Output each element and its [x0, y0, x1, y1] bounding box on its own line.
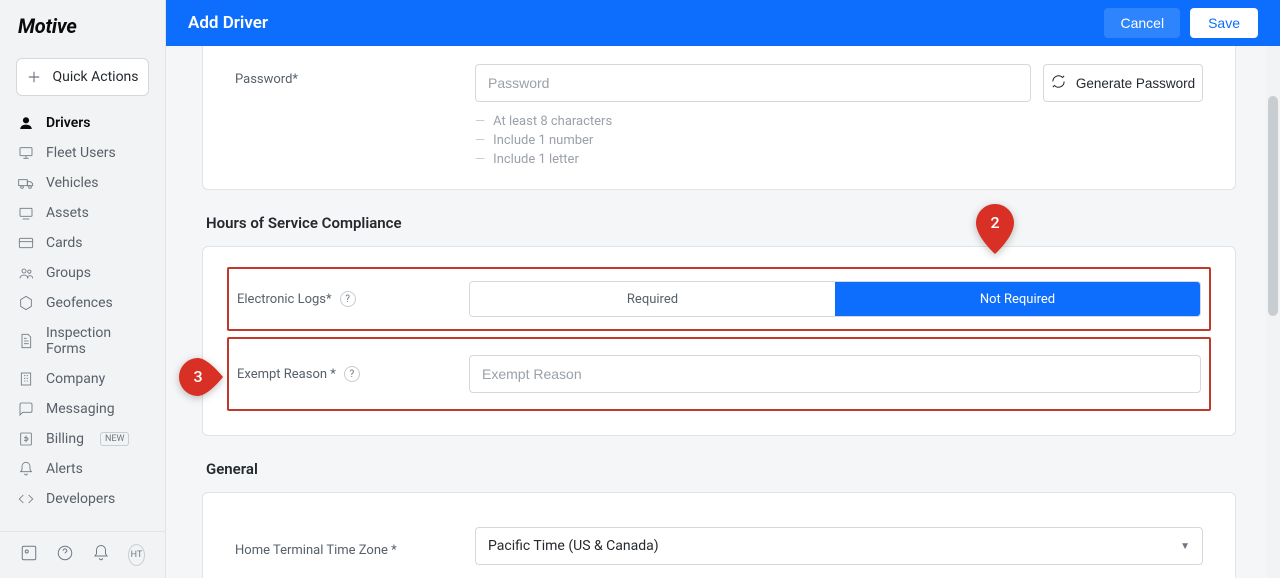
sidebar-item-cards[interactable]: Cards: [6, 228, 159, 258]
highlight-elog: Electronic Logs* ? Required Not Required: [227, 267, 1211, 331]
sidebar-item-billing[interactable]: Billing NEW: [6, 424, 159, 454]
dollar-icon: [18, 431, 34, 447]
doc-icon: [18, 333, 34, 349]
scrollbar-thumb[interactable]: [1268, 96, 1278, 316]
monitor-alt-icon: [18, 205, 34, 221]
help-icon[interactable]: [56, 544, 74, 566]
password-requirements: At least 8 characters Include 1 number I…: [475, 112, 1031, 169]
hos-title: Hours of Service Compliance: [206, 214, 1236, 232]
scrollbar[interactable]: [1266, 46, 1280, 578]
sidebar-item-label: Messaging: [46, 401, 115, 417]
timezone-value: Pacific Time (US & Canada): [488, 538, 659, 554]
sidebar-item-company[interactable]: Company: [6, 364, 159, 394]
sidebar-footer: HT: [0, 531, 165, 578]
truck-icon: [18, 175, 34, 191]
elog-segmented: Required Not Required: [469, 281, 1201, 317]
monitor-icon: [18, 145, 34, 161]
msg-icon: [18, 401, 34, 417]
cancel-button[interactable]: Cancel: [1104, 8, 1180, 38]
topbar-actions: Cancel Save: [1104, 8, 1258, 38]
elog-required-option[interactable]: Required: [470, 282, 835, 316]
sidebar-item-label: Drivers: [46, 115, 91, 131]
building-icon: [18, 371, 34, 387]
sidebar: Motive Quick Actions Drivers Fleet Users V…: [0, 0, 166, 578]
save-button[interactable]: Save: [1190, 8, 1258, 38]
plus-icon: [26, 69, 42, 85]
req-item: Include 1 letter: [475, 150, 1031, 169]
new-badge: NEW: [100, 432, 130, 446]
sidebar-item-inspection-forms[interactable]: Inspection Forms: [6, 318, 159, 364]
timezone-label: Home Terminal Time Zone *: [235, 535, 475, 558]
sidebar-item-label: Billing: [46, 431, 84, 447]
main-content: Password* At least 8 characters Include …: [166, 46, 1266, 578]
bell-icon: [18, 461, 34, 477]
code-icon: [18, 491, 34, 507]
users-icon: [18, 265, 34, 281]
sidebar-item-alerts[interactable]: Alerts: [6, 454, 159, 484]
timezone-select[interactable]: Pacific Time (US & Canada) ▼: [475, 527, 1203, 565]
sidebar-item-label: Assets: [46, 205, 89, 221]
annotation-marker-3: 3: [179, 358, 217, 408]
annotation-marker-2: 2: [976, 204, 1014, 254]
sidebar-item-geofences[interactable]: Geofences: [6, 288, 159, 318]
sidebar-item-vehicles[interactable]: Vehicles: [6, 168, 159, 198]
sidebar-item-label: Vehicles: [46, 175, 99, 191]
brand-logo: Motive: [0, 0, 165, 50]
elog-not-required-option[interactable]: Not Required: [835, 282, 1200, 316]
page-title: Add Driver: [188, 13, 268, 33]
quick-actions-label: Quick Actions: [52, 69, 138, 85]
general-section: Home Terminal Time Zone * Pacific Time (…: [202, 492, 1236, 578]
sidebar-item-label: Company: [46, 371, 105, 387]
user-icon: [18, 115, 34, 131]
quick-actions-button[interactable]: Quick Actions: [16, 58, 149, 96]
elog-label: Electronic Logs* ?: [237, 291, 469, 307]
exempt-reason-label: Exempt Reason * ?: [237, 366, 469, 382]
card-icon: [18, 235, 34, 251]
highlight-exempt: Exempt Reason * ?: [227, 337, 1211, 411]
general-title: General: [206, 460, 1236, 478]
generate-password-button[interactable]: Generate Password: [1043, 64, 1203, 102]
sidebar-item-label: Geofences: [46, 295, 113, 311]
sidebar-item-developers[interactable]: Developers: [6, 484, 159, 514]
generate-password-label: Generate Password: [1076, 76, 1195, 91]
chevron-down-icon: ▼: [1180, 541, 1190, 552]
sidebar-item-label: Inspection Forms: [46, 325, 147, 357]
sidebar-item-groups[interactable]: Groups: [6, 258, 159, 288]
sidebar-item-assets[interactable]: Assets: [6, 198, 159, 228]
refresh-icon: [1051, 74, 1066, 92]
sidebar-item-label: Alerts: [46, 461, 83, 477]
top-bar: Add Driver Cancel Save: [166, 0, 1280, 46]
help-icon[interactable]: ?: [340, 291, 356, 307]
help-icon[interactable]: ?: [344, 366, 360, 382]
geo-icon: [18, 295, 34, 311]
map-icon[interactable]: [20, 544, 38, 566]
password-section: Password* At least 8 characters Include …: [202, 46, 1236, 190]
hos-section: Electronic Logs* ? Required Not Required…: [202, 246, 1236, 436]
password-input[interactable]: [475, 64, 1031, 102]
exempt-reason-input[interactable]: [469, 355, 1201, 393]
req-item: At least 8 characters: [475, 112, 1031, 131]
bell-icon[interactable]: [92, 544, 110, 566]
sidebar-item-fleet-users[interactable]: Fleet Users: [6, 138, 159, 168]
password-label: Password*: [235, 64, 475, 87]
sidebar-item-label: Cards: [46, 235, 82, 251]
sidebar-item-label: Fleet Users: [46, 145, 116, 161]
sidebar-item-messaging[interactable]: Messaging: [6, 394, 159, 424]
sidebar-nav: Drivers Fleet Users Vehicles Assets Cards Gro…: [0, 108, 165, 531]
avatar[interactable]: HT: [128, 544, 145, 566]
req-item: Include 1 number: [475, 131, 1031, 150]
sidebar-item-label: Groups: [46, 265, 91, 281]
sidebar-item-drivers[interactable]: Drivers: [6, 108, 159, 138]
sidebar-item-label: Developers: [46, 491, 115, 507]
